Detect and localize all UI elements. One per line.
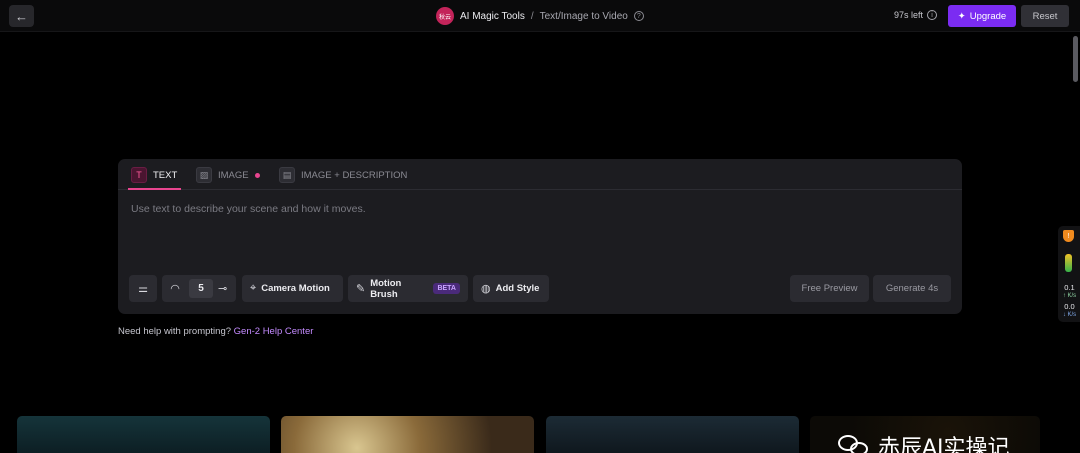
credits-text: 97s left: [894, 10, 924, 20]
tab-image-label: IMAGE: [218, 169, 249, 181]
gauge-icon: [1065, 254, 1072, 272]
upload-speed-value: 0.1: [1064, 283, 1075, 292]
sliders-icon: ⚌: [138, 283, 148, 295]
tab-image[interactable]: ▨ IMAGE: [196, 166, 260, 184]
prompt-input[interactable]: Use text to describe your scene and how …: [131, 203, 366, 215]
speedometer-icon: ◠: [170, 283, 180, 295]
text-icon: T: [131, 167, 147, 183]
gallery-card[interactable]: [17, 416, 270, 453]
tab-text-label: TEXT: [153, 169, 178, 181]
upload-speed-unit: K/s: [1067, 293, 1077, 299]
new-indicator-dot: [254, 172, 260, 178]
camera-motion-icon: ⌖: [250, 282, 257, 294]
palette-icon: ◍: [481, 283, 491, 295]
gallery-card[interactable]: [281, 416, 534, 453]
mode-tabs: T TEXT ▨ IMAGE ▤ IMAGE + DESCRIPTION: [118, 159, 962, 190]
add-style-label: Add Style: [495, 283, 540, 294]
add-style-button[interactable]: ◍ Add Style: [473, 275, 549, 302]
help-center-link[interactable]: Gen-2 Help Center: [234, 326, 314, 337]
arrow-left-icon: ←: [15, 8, 28, 24]
watermark: 赤辰AI实操记: [838, 430, 1010, 453]
upgrade-label: Upgrade: [969, 10, 1007, 22]
camera-motion-button[interactable]: ⌖ Camera Motion: [242, 275, 343, 302]
watermark-text: 赤辰AI实操记: [878, 436, 1010, 453]
shield-icon: !: [1063, 230, 1074, 242]
tab-text[interactable]: T TEXT: [131, 166, 177, 184]
camera-motion-label: Camera Motion: [261, 283, 330, 294]
slider-handle-icon[interactable]: ⊸: [218, 282, 227, 295]
breadcrumb-app-name[interactable]: AI Magic Tools: [460, 11, 525, 22]
upload-speed: 0.1 ↑ K/s: [1062, 283, 1077, 300]
reset-button[interactable]: Reset: [1021, 5, 1069, 27]
motion-brush-button[interactable]: ✎ Motion Brush BETA: [348, 275, 468, 302]
tab-image-description[interactable]: ▤ IMAGE + DESCRIPTION: [279, 166, 407, 184]
back-button[interactable]: ←: [9, 5, 34, 27]
settings-button[interactable]: ⚌: [129, 275, 157, 302]
breadcrumb-page-name: Text/Image to Video: [539, 10, 628, 22]
download-speed-unit: K/s: [1067, 312, 1077, 318]
credits-remaining: 97s left i: [894, 10, 938, 20]
network-speed-widget[interactable]: ! 0.1 ↑ K/s 0.0 ↓ K/s: [1058, 226, 1080, 322]
motion-brush-label: Motion Brush: [370, 277, 402, 300]
tab-image-description-label: IMAGE + DESCRIPTION: [301, 169, 408, 181]
brush-icon: ✎: [356, 283, 366, 295]
image-description-icon: ▤: [279, 167, 295, 183]
duration-control[interactable]: ◠ 5 ⊸: [162, 275, 236, 302]
help-text: Need help with prompting?: [118, 326, 232, 337]
help-icon[interactable]: ?: [633, 11, 644, 21]
breadcrumb-separator: /: [530, 10, 534, 22]
scrollbar-thumb[interactable]: [1073, 36, 1078, 82]
top-bar: ← 秋云 AI Magic Tools / Text/Image to Vide…: [0, 0, 1080, 32]
breadcrumb: 秋云 AI Magic Tools / Text/Image to Video …: [436, 7, 644, 25]
beta-badge: BETA: [433, 283, 460, 294]
download-speed: 0.0 ↓ K/s: [1062, 302, 1077, 319]
duration-value[interactable]: 5: [189, 279, 213, 298]
gallery-card[interactable]: [546, 416, 799, 453]
upgrade-button[interactable]: ✦ Upgrade: [948, 5, 1016, 27]
image-icon: ▨: [196, 167, 212, 183]
info-icon[interactable]: i: [927, 10, 938, 20]
free-preview-button[interactable]: Free Preview: [790, 275, 869, 302]
help-line: Need help with prompting? Gen-2 Help Cen…: [118, 326, 313, 337]
generate-button[interactable]: Generate 4s: [873, 275, 951, 302]
wechat-icon: [838, 433, 870, 453]
brand-logo: 秋云: [436, 7, 454, 25]
generation-panel: T TEXT ▨ IMAGE ▤ IMAGE + DESCRIPTION Use…: [118, 159, 962, 314]
active-tab-underline: [128, 188, 181, 190]
sparkle-icon: ✦: [957, 10, 966, 22]
download-speed-value: 0.0: [1064, 302, 1075, 311]
